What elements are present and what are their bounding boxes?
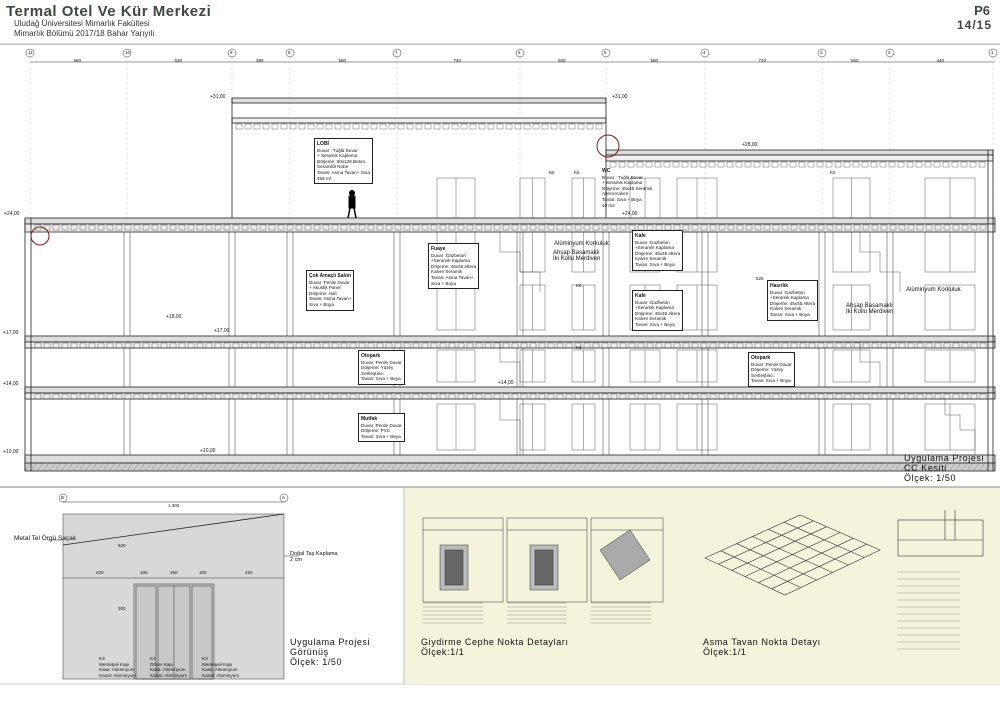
room-parking-1: Otopark Duvar :Perde Duvar Döşeme: Yüzey …	[358, 350, 405, 385]
axis-bubble-b: B	[61, 495, 65, 500]
grid-axis-label: 7	[395, 50, 398, 55]
room-kitchen: Mutfak Duvar :Perde Duvar Döşeme: PVC Tav…	[358, 413, 405, 443]
elevation-dim: 100	[199, 570, 207, 575]
elevation-vdim: 300	[118, 606, 126, 611]
level-label: +17,00	[3, 330, 19, 336]
door-k3-right: K3 Menteşeli Kapı Kasa: Alüminyum Kanat: …	[202, 656, 240, 678]
dimension-525: 525	[756, 276, 764, 281]
room-foyer: Fuaye Duvar :Gazbeton +Seramik Kaplama Dö…	[428, 243, 480, 290]
grid-axis-label: 10	[125, 50, 131, 55]
elevation-dim: 420	[96, 570, 104, 575]
label-stair-1: Ahşap Basamaklı İki Kollu Merdiven	[553, 250, 601, 262]
label-railing-1: Alüminyum Korkuluk	[554, 241, 609, 247]
grid-axis-label: 3	[820, 50, 823, 55]
ceiling-detail-title: Asma Tavan Nokta Detayı Ölçek:1/1	[703, 637, 821, 657]
room-cafe-2: Kafe Duvar :Gazbeton +Seramik Kaplama Döş…	[632, 290, 684, 331]
section-title: Uygulama Projesi CC Kesiti Ölçek: 1/50	[904, 453, 985, 483]
elevation-dim: 100	[140, 570, 148, 575]
label-stair-2: Ahşap Basamaklı İki Kollu Merdiven	[846, 303, 894, 315]
facade-elevation	[48, 493, 298, 680]
grid-axis-label: 1	[991, 50, 994, 55]
level-label: +31,00	[210, 94, 226, 100]
elevation-total-dim: 1.300	[168, 503, 180, 508]
grid-dimension: 720	[758, 58, 767, 63]
level-label: +14,00	[3, 381, 19, 387]
elevation-dim: 420	[245, 570, 253, 575]
grid-dimension: 500	[558, 58, 566, 63]
scale-figure	[347, 190, 357, 219]
level-label: +24,00	[4, 211, 20, 217]
level-label: +31,00	[612, 94, 628, 100]
note-natural-stone: Doğal Taş Kaplama 2 cm	[290, 551, 338, 563]
section-drawing	[0, 43, 1000, 685]
grid-axis-label: 11	[28, 50, 33, 55]
elevation-dim: 260	[170, 570, 178, 575]
grid-dimension: 630	[174, 58, 183, 63]
window-tag: K5	[549, 170, 555, 175]
level-label: +24,00	[622, 211, 638, 217]
note-wire-mesh-canopy: Metal Tel Örgü Saçak	[14, 535, 77, 542]
grid-dimension: 580	[650, 58, 659, 63]
level-label: +10,00	[3, 449, 19, 455]
room-lobby: LOBİ Duvar : Tuğla Duvar + Seramik Kaplam…	[314, 138, 373, 185]
room-cafe-1: Kafe Duvar :Gazbeton +Seramik Kaplama Döş…	[632, 230, 684, 271]
window-tag: K5	[830, 170, 836, 175]
window-tag: K6	[574, 170, 580, 175]
room-hasirlik: Hasırlık Duvar :Gazbeton +Seramik Kaplama…	[767, 280, 819, 321]
grid-axis-label: 6	[518, 50, 521, 55]
level-label: +17,00	[214, 328, 230, 334]
room-multipurpose-hall: Çok Amaçlı Salon Duvar :Perde Duvar + Aku…	[306, 270, 355, 311]
window-tag: K6	[576, 283, 582, 288]
room-wc: WC Duvar : Tuğla Duvar + Seramik Kaplama …	[602, 168, 653, 208]
grid-dimension: 740	[453, 58, 462, 63]
elevation-vdim: 620	[118, 543, 126, 548]
room-parking-2: Otopark Duvar :Perde Duvar Döşeme: Yüzey …	[748, 352, 795, 387]
grid-dimension: 440	[936, 58, 945, 63]
level-label: +28,00	[742, 142, 758, 148]
grid-dimension: 380	[256, 58, 264, 63]
grid-dimension: 580	[73, 58, 82, 63]
grid-axis-label: 4	[703, 50, 706, 55]
grid-axis-label: 5	[604, 50, 607, 55]
level-label: +18,00	[166, 314, 182, 320]
grid-axis-label: 2	[888, 50, 891, 55]
level-label: +14,00	[498, 380, 514, 386]
level-label: +10,00	[200, 448, 216, 454]
grid-dimension: 560	[851, 58, 859, 63]
door-k4: K4 Döner Kapı Kasa: Alüminyum Kanat: Alüm…	[150, 656, 188, 678]
grid-axis-label: 9	[230, 50, 233, 55]
axis-bubble-a: A	[282, 495, 286, 500]
grid-dimension: 580	[338, 58, 347, 63]
door-k3-left: K3 Menteşeli Kapı Kasa: Alüminyum Kanat: …	[99, 656, 137, 678]
window-tag: K6	[576, 345, 582, 350]
elevation-title: Uygulama Projesi Görünüş Ölçek: 1/50	[290, 637, 371, 667]
curtain-wall-detail-title: Giydirme Cephe Nokta Detayları Ölçek:1/1	[421, 637, 569, 657]
grid-axis-label: 8	[288, 50, 291, 55]
label-railing-2: Alüminyum Korkuluk	[906, 287, 961, 293]
